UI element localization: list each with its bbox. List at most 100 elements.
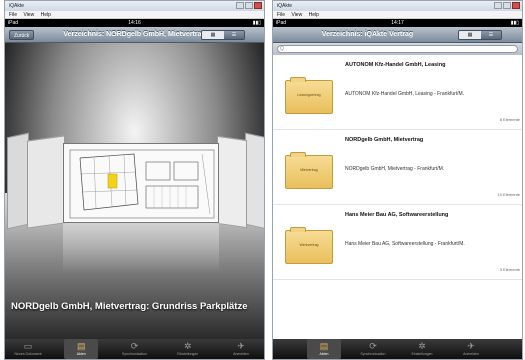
navigation-bar: Verzeichnis: iQAkte Vertrag ▦ ☰ xyxy=(273,27,522,43)
window-title: iQAkte xyxy=(277,3,293,9)
folder-icon: Mietvertrag xyxy=(285,152,333,189)
file-list: Leasingvertrag AUTONOM Kfz-Handel GmbH, … xyxy=(273,55,522,339)
item-count: 10 Elemente xyxy=(497,192,520,197)
menubar: File View Help xyxy=(273,11,522,19)
item-title: Hans Meier Bau AG, Softwareerstellung xyxy=(345,212,449,218)
list-icon: ☰ xyxy=(231,32,237,38)
menu-file[interactable]: File xyxy=(9,12,17,18)
folder-icon: Werkvertrag xyxy=(285,227,333,264)
window-controls xyxy=(236,2,262,9)
clock: 14:16 xyxy=(128,20,141,26)
tab-sync[interactable]: ⟳ Synchronisation xyxy=(356,339,390,359)
tab-settings[interactable]: ✲ Einstellungen xyxy=(171,339,205,359)
document-reflection xyxy=(63,223,219,273)
list-item[interactable]: Mietvertrag NORDgelb GmbH, Mietvertrag N… xyxy=(273,130,522,205)
close-icon[interactable] xyxy=(254,2,262,9)
sync-icon: ⟳ xyxy=(369,341,377,351)
tab-login[interactable]: ✈ Anmelden xyxy=(224,339,258,359)
document-caption: NORDgelb GmbH, Mietvertrag: Grundriss Pa… xyxy=(11,301,248,312)
close-icon[interactable] xyxy=(512,2,520,9)
menubar: File View Help xyxy=(5,11,264,19)
item-subtitle: NORDgelb GmbH, Mietvertrag - Frankfurt/M… xyxy=(345,166,445,172)
tab-files[interactable]: ▤ Akten xyxy=(64,339,99,359)
view-toggle-list[interactable]: ☰ xyxy=(224,31,244,39)
document-coverflow[interactable]: NORDgelb GmbH, Mietvertrag: Grundriss Pa… xyxy=(5,43,264,339)
plane-icon: ✈ xyxy=(237,341,245,351)
window-titlebar: iQAkte xyxy=(5,1,264,11)
list-item[interactable]: Leasingvertrag AUTONOM Kfz-Handel GmbH, … xyxy=(273,55,522,130)
tab-label: Anmelden xyxy=(463,352,479,356)
item-count: 8 Elemente xyxy=(499,117,520,122)
list-icon: ☰ xyxy=(488,32,494,38)
tab-label: Akten xyxy=(319,352,329,356)
gear-icon: ✲ xyxy=(418,341,426,351)
view-toggle[interactable]: ▦ ☰ xyxy=(458,30,502,40)
battery-icon: ▮▮▯ xyxy=(252,20,261,26)
search-bar: Q xyxy=(273,43,522,55)
item-title: NORDgelb GmbH, Mietvertrag xyxy=(345,137,424,143)
menu-help[interactable]: Help xyxy=(309,12,319,18)
tab-login[interactable]: ✈ Anmelden xyxy=(454,339,488,359)
right-window: iQAkte File View Help iPad 14:17 ▮▮▯ Ver… xyxy=(272,0,523,360)
tab-files[interactable]: ▤ Akten xyxy=(307,339,341,359)
view-toggle-thumbnails[interactable]: ▦ xyxy=(202,31,224,39)
tab-label: Synchronisation xyxy=(360,352,386,356)
view-toggle[interactable]: ▦ ☰ xyxy=(201,30,245,40)
document-page[interactable] xyxy=(217,135,247,229)
menu-view[interactable]: View xyxy=(291,12,302,18)
plane-icon: ✈ xyxy=(467,341,475,351)
window-controls xyxy=(494,2,520,9)
tab-label: Neues Dokument xyxy=(14,352,42,356)
tab-label: Akten xyxy=(76,352,86,356)
status-bar: iPad 14:16 ▮▮▯ xyxy=(5,19,264,27)
files-icon: ▤ xyxy=(319,341,329,351)
tab-label: Anmelden xyxy=(233,352,249,356)
tab-settings[interactable]: ✲ Einstellungen xyxy=(405,339,439,359)
tab-label: Einstellungen xyxy=(411,352,433,356)
folder-label: Mietvertrag xyxy=(300,168,318,172)
tab-new-document[interactable]: ▭ Neues Dokument xyxy=(11,339,45,359)
folder-label: Werkvertrag xyxy=(299,243,319,247)
floor-plan-document[interactable] xyxy=(63,143,219,223)
menu-help[interactable]: Help xyxy=(41,12,51,18)
document-page[interactable] xyxy=(7,132,29,230)
item-count: 3 Elemente xyxy=(499,267,520,272)
navigation-bar: Zurück Verzeichnis: NORDgelb GmbH, Mietv… xyxy=(5,27,264,43)
tab-sync[interactable]: ⟳ Synchronisation xyxy=(118,339,152,359)
menu-view[interactable]: View xyxy=(23,12,34,18)
grid-icon: ▦ xyxy=(467,32,473,38)
tab-bar: ▤ Akten ⟳ Synchronisation ✲ Einstellunge… xyxy=(273,339,522,359)
tab-label: Synchronisation xyxy=(122,352,147,356)
status-bar: iPad 14:17 ▮▮▯ xyxy=(273,19,522,27)
gear-icon: ✲ xyxy=(183,341,192,351)
search-icon: Q xyxy=(280,46,284,52)
folder-icon: Leasingvertrag xyxy=(285,77,333,114)
list-item[interactable]: Werkvertrag Hans Meier Bau AG, Softwaree… xyxy=(273,205,522,280)
view-toggle-list[interactable]: ☰ xyxy=(481,31,501,39)
item-subtitle: Hans Meier Bau AG, Softwareerstellung - … xyxy=(345,241,465,247)
document-page[interactable] xyxy=(27,135,65,229)
floor-plan-drawing xyxy=(69,149,215,219)
page-title: Verzeichnis: iQAkte Vertrag xyxy=(321,31,414,38)
tab-bar: ▭ Neues Dokument ▤ Akten ⟳ Synchronisati… xyxy=(5,339,264,359)
files-icon: ▤ xyxy=(76,341,86,351)
maximize-icon[interactable] xyxy=(245,2,253,9)
menu-file[interactable]: File xyxy=(277,12,285,18)
sync-icon: ⟳ xyxy=(130,341,139,351)
clock: 14:17 xyxy=(391,20,404,26)
left-window: iQAkte File View Help iPad 14:16 ▮▮▯ Zur… xyxy=(4,0,265,360)
document-page[interactable] xyxy=(245,132,264,230)
document-icon: ▭ xyxy=(23,341,33,351)
view-toggle-thumbnails[interactable]: ▦ xyxy=(459,31,481,39)
maximize-icon[interactable] xyxy=(503,2,511,9)
window-title: iQAkte xyxy=(9,3,25,9)
minimize-icon[interactable] xyxy=(494,2,502,9)
grid-icon: ▦ xyxy=(210,32,216,38)
search-input[interactable]: Q xyxy=(277,45,518,53)
battery-icon: ▮▮▯ xyxy=(510,20,519,26)
folder-label: Leasingvertrag xyxy=(297,93,321,97)
minimize-icon[interactable] xyxy=(236,2,244,9)
item-subtitle: AUTONOM Kfz-Handel GmbH, Leasing - Frank… xyxy=(345,91,465,97)
window-titlebar: iQAkte xyxy=(273,1,522,11)
item-title: AUTONOM Kfz-Handel GmbH, Leasing xyxy=(345,62,446,68)
